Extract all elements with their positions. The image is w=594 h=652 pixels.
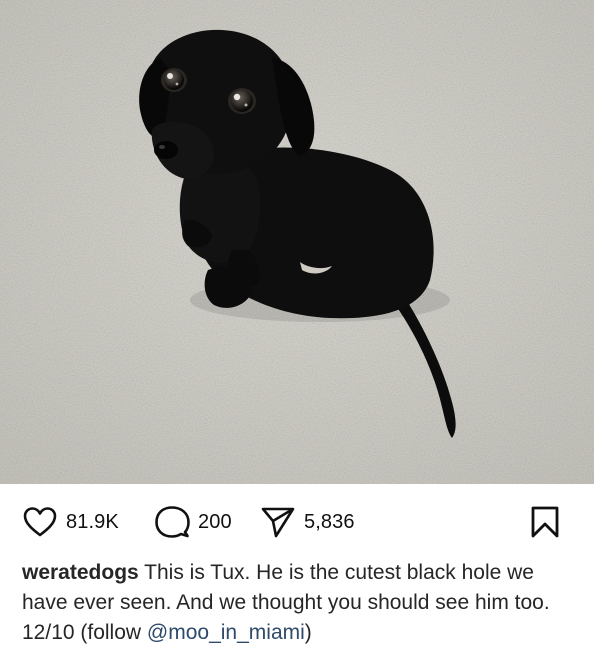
- caption-username[interactable]: weratedogs: [22, 561, 139, 584]
- comment-bubble-icon: [154, 505, 190, 539]
- comment-button[interactable]: 200: [154, 504, 232, 540]
- caption-end: ): [304, 621, 312, 644]
- paper-plane-icon: [260, 506, 296, 538]
- like-button[interactable]: 81.9K: [22, 504, 119, 540]
- save-button[interactable]: [530, 504, 560, 540]
- share-count: 5,836: [304, 510, 355, 533]
- puppy-photo-illustration: [0, 0, 594, 484]
- instagram-post: 81.9K 200 5,836 weratedogs This is Tux. …: [0, 0, 594, 652]
- post-photo[interactable]: [0, 0, 594, 484]
- comment-count: 200: [198, 510, 232, 533]
- post-actions-bar: 81.9K 200 5,836: [0, 484, 594, 562]
- heart-icon: [22, 506, 58, 538]
- post-caption: weratedogs This is Tux. He is the cutest…: [22, 558, 578, 648]
- share-button[interactable]: 5,836: [260, 504, 355, 540]
- bookmark-icon: [530, 505, 560, 539]
- caption-mention-link[interactable]: @moo_in_miami: [147, 621, 305, 644]
- like-count: 81.9K: [66, 510, 119, 533]
